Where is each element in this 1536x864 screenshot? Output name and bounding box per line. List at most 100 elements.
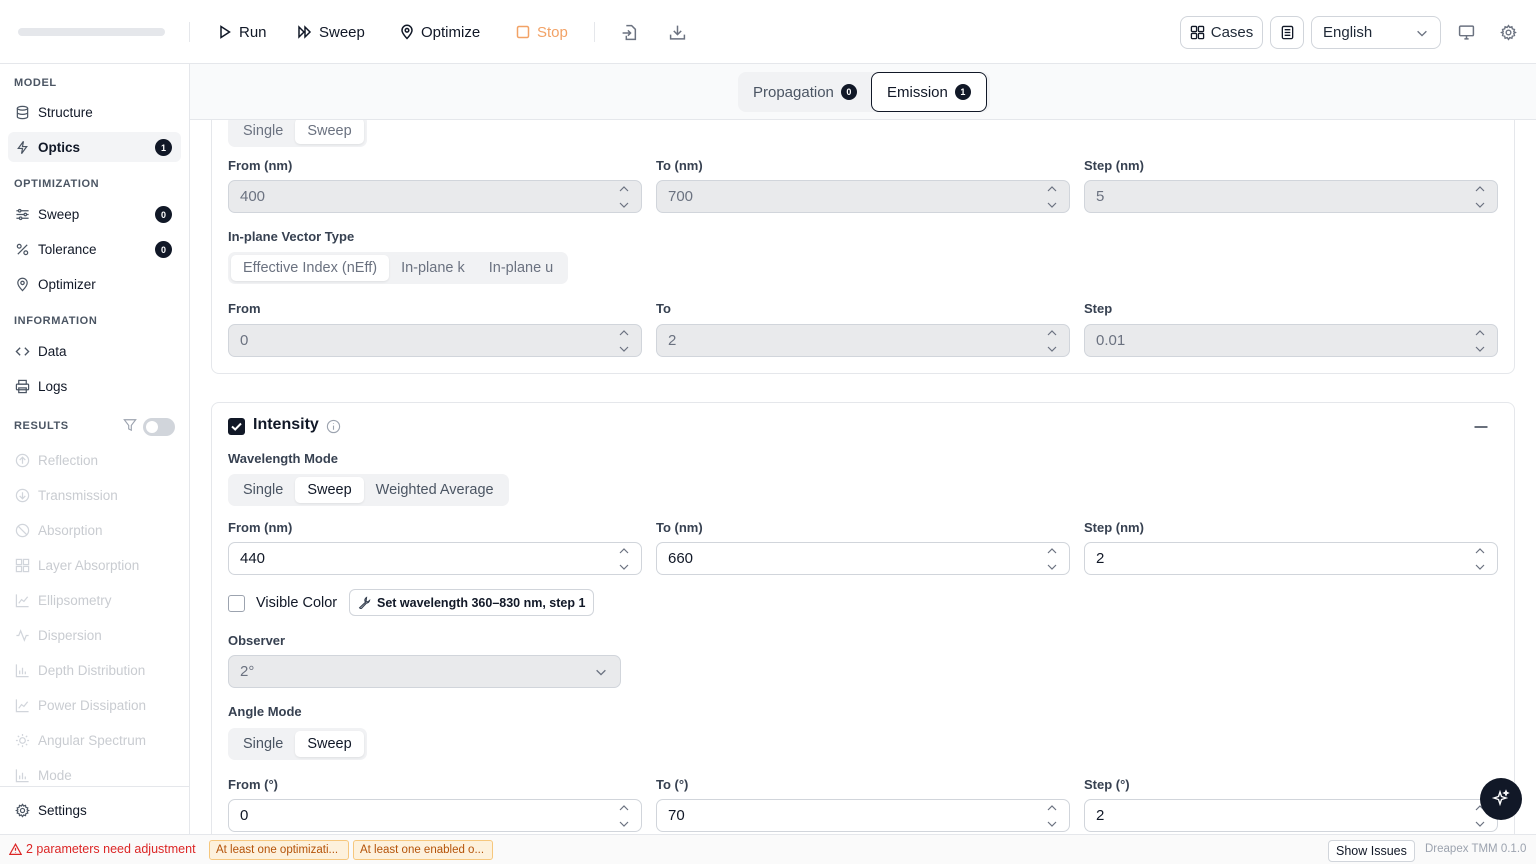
chevron-down-icon	[1047, 346, 1057, 352]
mode-option-sweep[interactable]: Sweep	[295, 118, 364, 144]
sidebar-item-layer-absorption[interactable]: Layer Absorption	[8, 550, 181, 580]
emission-from-input[interactable]: 400	[228, 180, 642, 213]
vector-from-input[interactable]: 0	[228, 324, 642, 357]
top-toolbar: Run Sweep Optimize Stop Cases English	[0, 0, 1536, 64]
number-stepper[interactable]	[1047, 185, 1057, 209]
visible-color-checkbox[interactable]	[228, 595, 245, 612]
emission-settings-card: Single Sweep From (nm) To (nm) Step (nm)…	[211, 94, 1515, 374]
sidebar-item-angular-spectrum[interactable]: Angular Spectrum	[8, 725, 181, 755]
cases-button[interactable]: Cases	[1180, 16, 1263, 49]
number-stepper[interactable]	[619, 547, 629, 571]
sidebar-item-data[interactable]: Data	[8, 336, 181, 366]
ai-assistant-button[interactable]	[1480, 778, 1522, 820]
from-label: From (nm)	[228, 158, 293, 173]
intensity-enabled-checkbox[interactable]	[228, 418, 245, 435]
optimize-button[interactable]: Optimize	[399, 20, 480, 44]
wavelength-option-weighted-average[interactable]: Weighted Average	[364, 477, 506, 503]
emission-to-input[interactable]: 700	[656, 180, 1070, 213]
intensity-title: Intensity	[253, 416, 319, 433]
sidebar-item-power-dissipation[interactable]: Power Dissipation	[8, 690, 181, 720]
settings-button[interactable]	[1498, 22, 1518, 42]
run-button[interactable]: Run	[217, 20, 267, 44]
download-button[interactable]	[667, 22, 687, 42]
parameters-warning[interactable]: 2 parameters need adjustment	[9, 842, 196, 856]
tab-propagation[interactable]: Propagation 0	[738, 72, 872, 112]
sidebar-item-tolerance[interactable]: Tolerance 0	[8, 234, 181, 264]
observer-select[interactable]: 2°	[228, 655, 621, 688]
map-pin-icon	[17, 277, 28, 291]
angle-option-single[interactable]: Single	[231, 731, 295, 757]
issue-chip[interactable]: At least one optimizati...	[209, 840, 349, 860]
intensity-from-input[interactable]: 440	[228, 542, 642, 575]
number-stepper[interactable]	[619, 185, 629, 209]
optics-count-badge: 1	[155, 139, 172, 156]
tab-emission[interactable]: Emission 1	[871, 72, 987, 112]
number-stepper[interactable]	[619, 329, 629, 353]
show-issues-button[interactable]: Show Issues	[1328, 840, 1415, 862]
filter-icon[interactable]	[123, 418, 137, 432]
chevron-up-icon	[1047, 186, 1057, 192]
vector-option-k[interactable]: In-plane k	[389, 255, 477, 281]
status-bar: 2 parameters need adjustment At least on…	[0, 834, 1536, 864]
sidebar-item-structure[interactable]: Structure	[8, 97, 181, 127]
intensity-settings-card: Intensity Wavelength Mode Single Sweep W…	[211, 402, 1515, 834]
sweep-button[interactable]: Sweep	[297, 20, 365, 44]
sidebar-item-settings[interactable]: Settings	[8, 795, 181, 825]
collapse-minus-icon[interactable]	[1473, 419, 1489, 435]
stop-button[interactable]: Stop	[515, 20, 568, 44]
intensity-step-input[interactable]: 2	[1084, 542, 1498, 575]
layers-grid-icon	[15, 558, 30, 572]
sidebar-item-logs[interactable]: Logs	[8, 371, 181, 401]
chevron-down-icon	[1047, 564, 1057, 570]
chevron-down-icon	[619, 346, 629, 352]
sidebar-item-transmission[interactable]: Transmission	[8, 480, 181, 510]
angle-step-input[interactable]: 2	[1084, 799, 1498, 832]
vector-option-neff[interactable]: Effective Index (nEff)	[231, 255, 390, 281]
sidebar-item-optics[interactable]: Optics 1	[8, 132, 181, 162]
import-button[interactable]	[619, 22, 639, 42]
sidebar-item-sweep[interactable]: Sweep 0	[8, 199, 181, 229]
vector-step-label: Step	[1084, 301, 1113, 316]
language-select[interactable]: English	[1311, 16, 1441, 49]
vector-option-u[interactable]: In-plane u	[477, 255, 566, 281]
intensity-to-input[interactable]: 660	[656, 542, 1070, 575]
emission-step-input[interactable]: 5	[1084, 180, 1498, 213]
angle-option-sweep[interactable]: Sweep	[295, 731, 364, 757]
sidebar-item-depth-distribution[interactable]: Depth Distribution	[8, 655, 181, 685]
number-stepper[interactable]	[1475, 185, 1485, 209]
wavelength-mode-label: Wavelength Mode	[228, 451, 339, 466]
notes-button[interactable]	[1270, 16, 1304, 49]
angle-to-input[interactable]: 70	[656, 799, 1070, 832]
sidebar-item-dispersion[interactable]: Dispersion	[8, 620, 181, 650]
app-logo-placeholder	[18, 28, 165, 36]
visible-color-label: Visible Color	[256, 595, 338, 611]
number-stepper[interactable]	[1475, 547, 1485, 571]
wavelength-option-sweep[interactable]: Sweep	[295, 477, 364, 503]
issue-chip[interactable]: At least one enabled o...	[353, 840, 493, 860]
in-plane-vector-label: In-plane Vector Type	[228, 229, 355, 244]
wrench-icon	[358, 596, 371, 609]
info-icon[interactable]	[326, 419, 341, 434]
toolbar-divider	[189, 22, 190, 42]
line-chart-icon	[15, 698, 29, 712]
number-stepper[interactable]	[1047, 804, 1057, 828]
number-stepper[interactable]	[619, 804, 629, 828]
display-button[interactable]	[1456, 22, 1476, 42]
vector-to-input[interactable]: 2	[656, 324, 1070, 357]
sidebar-item-absorption[interactable]: Absorption	[8, 515, 181, 545]
sidebar-item-ellipsometry[interactable]: Ellipsometry	[8, 585, 181, 615]
sidebar-item-reflection[interactable]: Reflection	[8, 445, 181, 475]
vector-step-input[interactable]: 0.01	[1084, 324, 1498, 357]
set-wavelength-button[interactable]: Set wavelength 360–830 nm, step 1	[349, 589, 595, 616]
grid-icon	[1190, 25, 1204, 40]
sidebar-item-optimizer[interactable]: Optimizer	[8, 269, 181, 299]
number-stepper[interactable]	[1047, 547, 1057, 571]
angle-from-input[interactable]: 0	[228, 799, 642, 832]
download-icon	[669, 25, 685, 40]
mode-option-single[interactable]: Single	[231, 118, 295, 144]
results-filter-toggle[interactable]	[143, 418, 175, 436]
number-stepper[interactable]	[1047, 329, 1057, 353]
wavelength-option-single[interactable]: Single	[231, 477, 295, 503]
number-stepper[interactable]	[1475, 329, 1485, 353]
ban-icon	[15, 523, 30, 537]
